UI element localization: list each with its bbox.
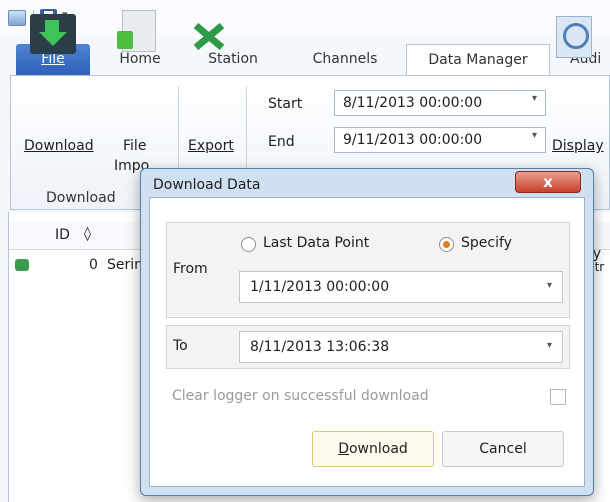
to-panel: To 8/11/2013 13:06:38 ▾: [166, 325, 570, 369]
from-label: From: [173, 261, 208, 277]
download-icon[interactable]: [30, 14, 76, 54]
file-import-button[interactable]: File: [123, 138, 146, 154]
column-id-header[interactable]: ID: [55, 227, 70, 243]
download-data-dialog: Download Data x Last Data Point Specify …: [140, 168, 594, 496]
display-button[interactable]: Display: [552, 138, 604, 154]
specify-label[interactable]: Specify: [461, 235, 512, 251]
row-name: Serin: [107, 257, 144, 273]
download-ribbon-label: Download: [24, 138, 94, 154]
excel-export-icon[interactable]: [188, 18, 228, 54]
to-label: To: [173, 338, 188, 354]
chevron-down-icon[interactable]: ▾: [547, 280, 552, 291]
station-icon: [15, 259, 29, 271]
from-date-combo[interactable]: 1/11/2013 00:00:00 ▾: [239, 271, 563, 303]
chevron-down-icon[interactable]: ▾: [547, 340, 552, 351]
dialog-title: Download Data: [153, 177, 261, 193]
clear-logger-label: Clear logger on successful download: [172, 388, 429, 404]
close-icon[interactable]: x: [515, 171, 581, 193]
export-button[interactable]: Export: [188, 138, 234, 154]
row-id: 0: [89, 257, 98, 273]
app-icon[interactable]: [8, 10, 26, 26]
chevron-down-icon[interactable]: ▾: [532, 93, 537, 104]
download-ribbon-button[interactable]: Download: [24, 138, 94, 154]
tab-data-manager[interactable]: Data Manager: [406, 44, 550, 77]
display-icon[interactable]: [556, 16, 592, 58]
start-label: Start: [268, 96, 303, 112]
chevron-down-icon[interactable]: ▾: [532, 130, 537, 141]
download-button-mnemonic: D: [338, 441, 349, 457]
start-date-combo[interactable]: 8/11/2013 00:00:00 ▾: [334, 90, 546, 116]
cancel-button[interactable]: Cancel: [442, 431, 564, 467]
ribbon-group-download-label: Download: [46, 190, 116, 206]
tab-channels[interactable]: Channels: [296, 44, 394, 76]
start-date-value: 8/11/2013 00:00:00: [343, 95, 483, 111]
ribbon-tabs: File Home Station Channels Data Manager …: [0, 38, 610, 77]
end-date-value: 9/11/2013 00:00:00: [343, 132, 483, 148]
file-import-icon[interactable]: [117, 10, 156, 52]
specify-radio[interactable]: [439, 237, 454, 252]
to-date-combo[interactable]: 8/11/2013 13:06:38 ▾: [239, 331, 563, 363]
clear-logger-checkbox[interactable]: [550, 389, 566, 405]
end-label: End: [268, 134, 295, 150]
quick-access-toolbar: ▾: [0, 0, 610, 38]
from-date-value: 1/11/2013 00:00:00: [250, 279, 390, 295]
export-label: Export: [188, 138, 234, 154]
end-date-combo[interactable]: 9/11/2013 00:00:00 ▾: [334, 127, 546, 153]
download-button[interactable]: Download: [312, 431, 434, 467]
last-data-point-radio[interactable]: [241, 237, 256, 252]
to-date-value: 8/11/2013 13:06:38: [250, 339, 390, 355]
from-panel: Last Data Point Specify From 1/11/2013 0…: [166, 222, 570, 318]
display-label: Display: [552, 138, 604, 154]
last-data-point-label[interactable]: Last Data Point: [263, 235, 369, 251]
download-button-label: ownload: [348, 441, 408, 457]
sort-icon[interactable]: ◊: [84, 226, 91, 242]
dialog-body: Last Data Point Specify From 1/11/2013 0…: [149, 197, 585, 487]
